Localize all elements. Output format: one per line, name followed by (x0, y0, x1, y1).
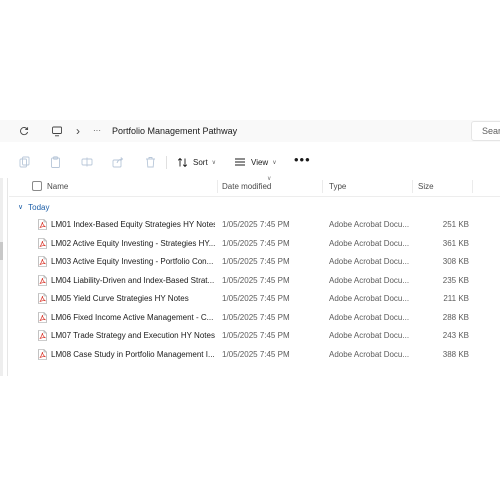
file-row[interactable]: LM08 Case Study in Portfolio Management … (0, 346, 500, 365)
pdf-file-icon (38, 274, 47, 286)
pdf-file-icon (38, 330, 47, 341)
file-date-modified: 1/05/2025 7:45 PM (222, 312, 290, 322)
search-input[interactable]: Sear (471, 121, 500, 141)
file-type: Adobe Acrobat Docu... (329, 312, 410, 322)
file-type: Adobe Acrobat Docu... (329, 331, 410, 340)
toolbar-separator (166, 156, 167, 169)
file-name: LM08 Case Study in Portfolio Management … (51, 349, 215, 359)
group-header-today[interactable]: ∨ Today (18, 201, 49, 213)
breadcrumb-chevron[interactable]: › (70, 123, 86, 139)
copy-icon (19, 156, 29, 168)
breadcrumb-current-folder[interactable]: Portfolio Management Pathway (112, 124, 237, 138)
search-placeholder: Sear (482, 126, 500, 136)
sort-icon (177, 157, 188, 167)
file-size: 251 KB (442, 220, 469, 229)
share-icon (112, 157, 124, 168)
monitor-icon (52, 126, 62, 136)
file-date-modified: 1/05/2025 7:45 PM (222, 257, 290, 266)
file-date-modified: 1/05/2025 7:45 PM (222, 349, 290, 359)
clipboard-icon (50, 156, 60, 168)
file-row[interactable]: LM02 Active Equity Investing - Strategie… (0, 235, 500, 254)
pdf-file-icon (38, 219, 47, 230)
view-label: View (251, 157, 269, 167)
column-header-row: Name Date modified ∨ Type Size (9, 176, 500, 197)
file-date-modified: 1/05/2025 7:45 PM (222, 220, 290, 229)
select-all-checkbox[interactable] (32, 181, 42, 191)
file-size: 361 KB (442, 238, 469, 248)
pdf-file-icon (38, 293, 47, 304)
file-name: LM01 Index-Based Equity Strategies HY No… (51, 220, 215, 229)
refresh-button[interactable] (16, 123, 32, 139)
file-row[interactable]: LM07 Trade Strategy and Execution HY Not… (0, 327, 500, 346)
paste-button[interactable] (48, 155, 62, 169)
address-bar: › ··· Portfolio Management Pathway Sear (0, 120, 500, 142)
file-type: Adobe Acrobat Docu... (329, 349, 410, 359)
file-row[interactable]: LM04 Liability-Driven and Index-Based St… (0, 272, 500, 291)
file-name: LM04 Liability-Driven and Index-Based St… (51, 275, 215, 285)
sort-label: Sort (193, 157, 208, 167)
file-name: LM06 Fixed Income Active Management - C.… (51, 312, 214, 322)
more-options-button[interactable]: ••• (294, 153, 311, 169)
command-toolbar: Sort ∨ View ∨ ••• (0, 150, 500, 174)
rename-icon (81, 157, 93, 167)
file-date-modified: 1/05/2025 7:45 PM (222, 238, 290, 248)
column-header-size[interactable]: Size (418, 182, 434, 192)
file-row[interactable]: LM01 Index-Based Equity Strategies HY No… (0, 216, 500, 235)
file-size: 243 KB (442, 331, 469, 340)
refresh-icon (20, 127, 29, 136)
chevron-down-icon: ∨ (272, 159, 277, 166)
column-divider[interactable] (217, 180, 218, 193)
column-divider[interactable] (472, 180, 473, 193)
file-size: 388 KB (442, 349, 469, 359)
column-header-name[interactable]: Name (47, 182, 68, 192)
file-row[interactable]: LM06 Fixed Income Active Management - C.… (0, 309, 500, 328)
sort-descending-icon: ∨ (267, 176, 272, 182)
file-type: Adobe Acrobat Docu... (329, 238, 410, 248)
file-row[interactable]: LM03 Active Equity Investing - Portfolio… (0, 253, 500, 272)
file-size: 288 KB (442, 312, 469, 322)
column-divider[interactable] (322, 180, 323, 193)
file-size: 308 KB (442, 257, 469, 266)
view-list-icon (235, 158, 245, 166)
this-pc-button[interactable] (49, 123, 65, 139)
file-date-modified: 1/05/2025 7:45 PM (222, 331, 290, 340)
column-divider[interactable] (412, 180, 413, 193)
file-name: LM05 Yield Curve Strategies HY Notes (51, 294, 189, 303)
file-explorer-window: › ··· Portfolio Management Pathway Sear (0, 120, 500, 376)
file-date-modified: 1/05/2025 7:45 PM (222, 275, 290, 285)
copy-button[interactable] (17, 155, 31, 169)
pdf-file-icon (38, 311, 47, 323)
chevron-down-icon: ∨ (211, 159, 217, 166)
breadcrumb-overflow-button[interactable]: ··· (88, 123, 106, 139)
file-name: LM03 Active Equity Investing - Portfolio… (51, 257, 214, 266)
pdf-file-icon (38, 348, 47, 360)
pdf-file-icon (38, 256, 47, 267)
trash-icon (145, 157, 155, 168)
column-header-type[interactable]: Type (329, 182, 346, 192)
file-type: Adobe Acrobat Docu... (329, 257, 410, 266)
file-type: Adobe Acrobat Docu... (329, 220, 410, 229)
view-button[interactable]: View ∨ (234, 154, 277, 170)
share-button[interactable] (111, 155, 125, 169)
file-type: Adobe Acrobat Docu... (329, 275, 410, 285)
file-size: 235 KB (442, 275, 469, 285)
collapse-chevron-icon: ∨ (18, 204, 24, 211)
sort-button[interactable]: Sort ∨ (177, 154, 216, 170)
rename-button[interactable] (80, 155, 94, 169)
file-size: 211 KB (443, 294, 469, 303)
pdf-file-icon (38, 237, 47, 249)
file-name: LM07 Trade Strategy and Execution HY Not… (51, 331, 215, 340)
file-row[interactable]: LM05 Yield Curve Strategies HY Notes 1/0… (0, 290, 500, 309)
file-type: Adobe Acrobat Docu... (329, 294, 410, 303)
column-header-date-modified[interactable]: Date modified (222, 182, 271, 192)
file-list: LM01 Index-Based Equity Strategies HY No… (0, 216, 500, 364)
group-label: Today (28, 202, 50, 212)
file-date-modified: 1/05/2025 7:45 PM (222, 294, 290, 303)
file-name: LM02 Active Equity Investing - Strategie… (51, 238, 215, 248)
delete-button[interactable] (143, 155, 157, 169)
